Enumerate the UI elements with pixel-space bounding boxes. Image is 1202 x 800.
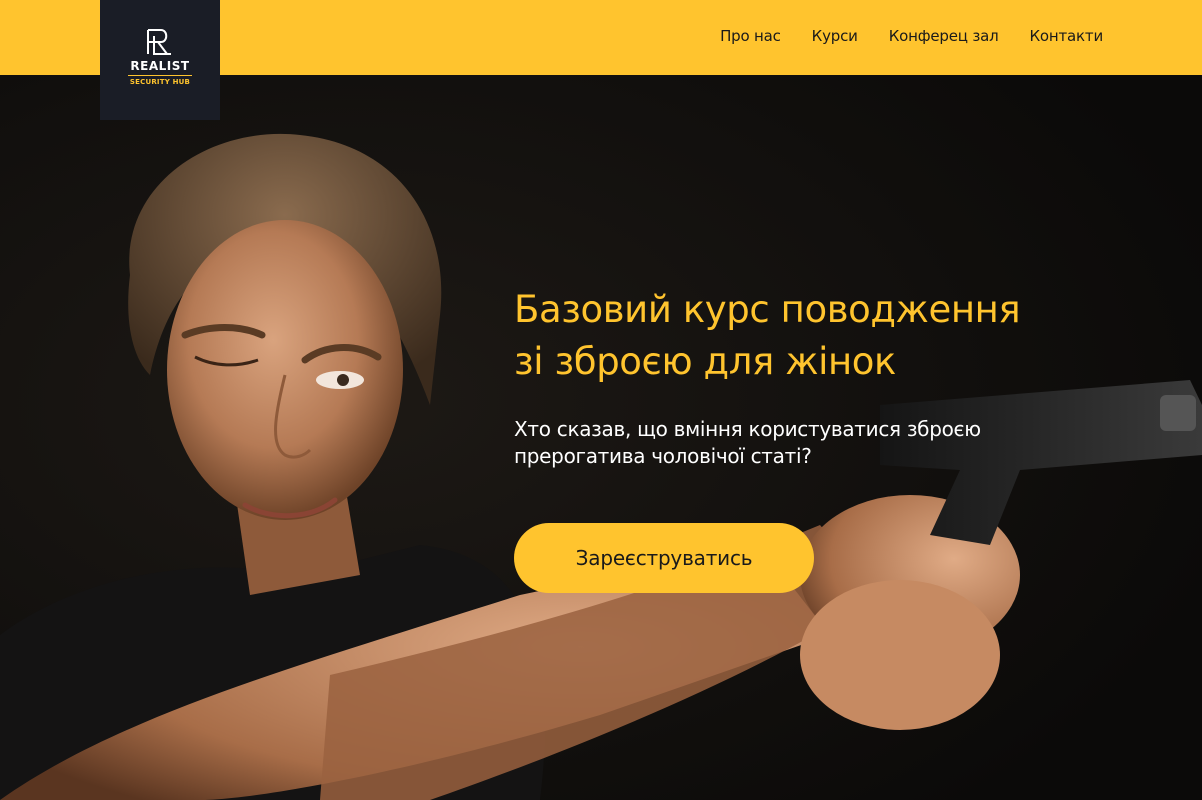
nav-item-contacts[interactable]: Контакти (1029, 27, 1103, 45)
hero-content: Базовий курс поводження зі зброєю для жі… (514, 284, 1021, 470)
nav-item-about[interactable]: Про нас (720, 27, 781, 45)
main-nav: Про нас Курси Конферец зал Контакти (720, 27, 1103, 45)
logo-mark-icon (147, 29, 171, 55)
landing-page: REALIST SECURITY HUB Про нас Курси Конфе… (0, 0, 1202, 800)
hero-title-line: зі зброєю для жінок (514, 340, 896, 383)
logo-divider (128, 75, 192, 76)
hero-subtitle-line: прерогатива чоловічої статі? (514, 444, 812, 468)
brand-logo[interactable]: REALIST SECURITY HUB (100, 0, 220, 120)
hero-subtitle-line: Хто сказав, що вміння користуватися збро… (514, 417, 981, 441)
brand-name: REALIST (130, 59, 190, 73)
hero-title: Базовий курс поводження зі зброєю для жі… (514, 284, 1021, 388)
nav-item-conference-hall[interactable]: Конферец зал (889, 27, 999, 45)
brand-tagline: SECURITY HUB (129, 78, 191, 86)
hero-title-line: Базовий курс поводження (514, 288, 1021, 331)
hero-subtitle: Хто сказав, що вміння користуватися збро… (514, 416, 1020, 470)
register-button[interactable]: Зареєструватись (514, 523, 814, 593)
nav-item-courses[interactable]: Курси (812, 27, 858, 45)
